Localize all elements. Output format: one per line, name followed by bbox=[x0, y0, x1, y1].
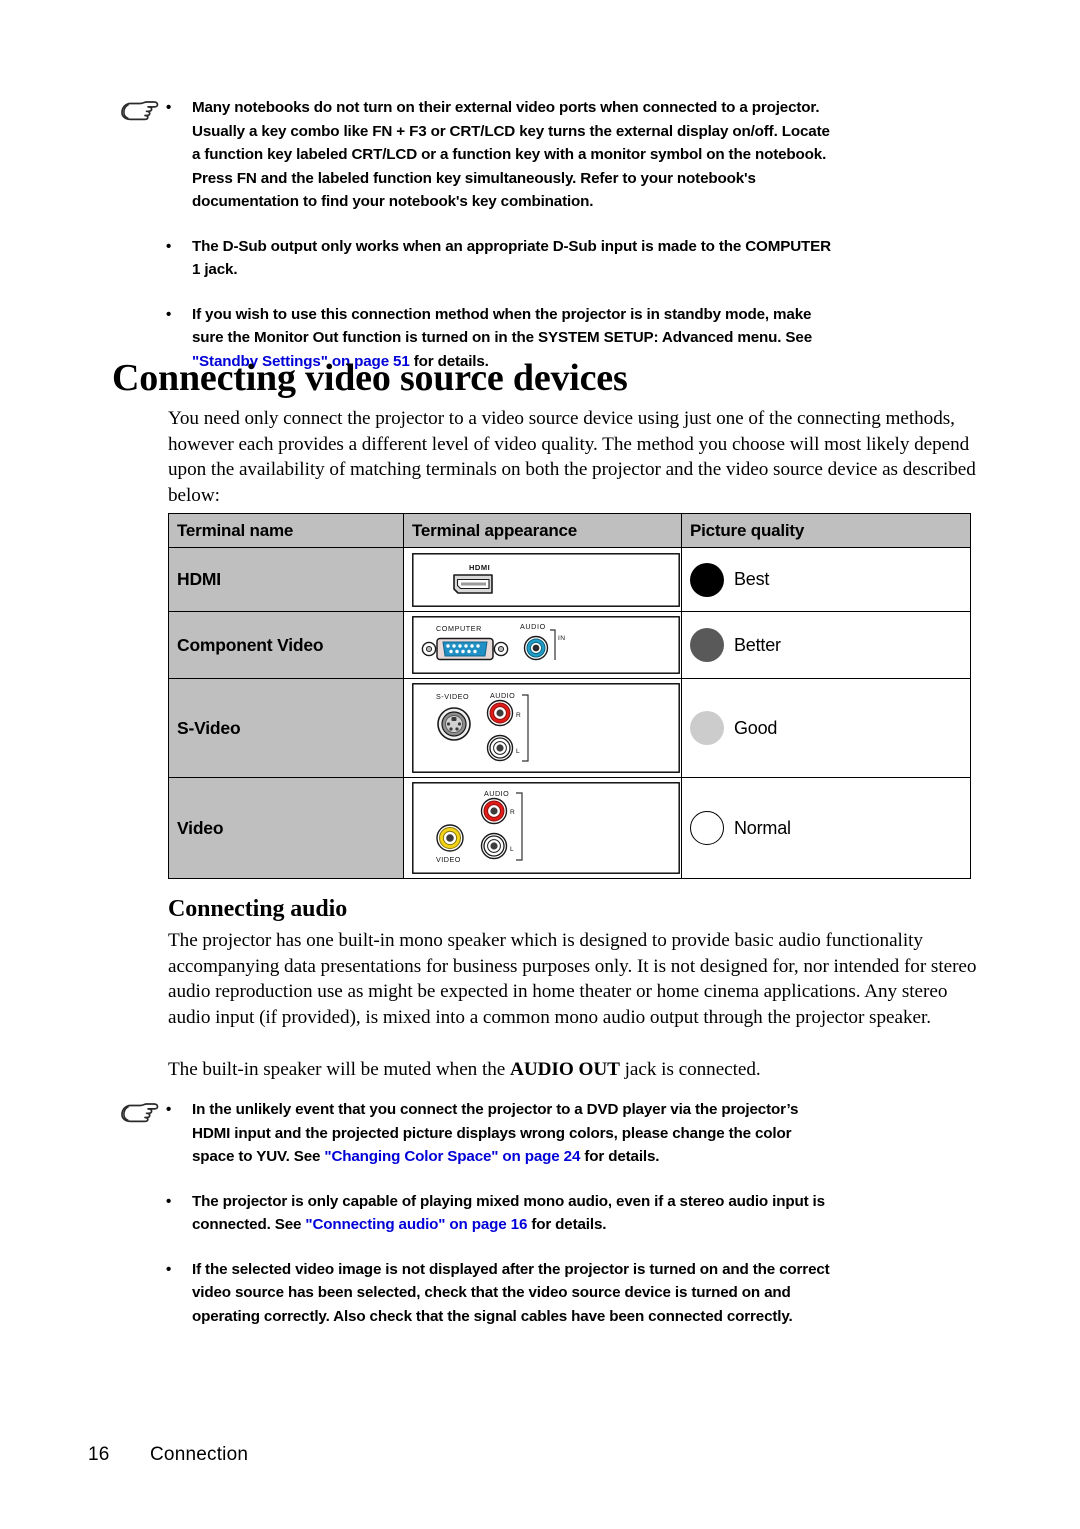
note-item: • Many notebooks do not turn on their ex… bbox=[118, 96, 998, 214]
picture-quality-cell: Normal bbox=[681, 777, 971, 879]
picture-quality-cell: Best bbox=[681, 547, 971, 612]
audio-paragraph: The projector has one built-in mono spea… bbox=[168, 930, 977, 1028]
footer-section-name: Connection bbox=[150, 1444, 249, 1465]
note-text-tail: for details. bbox=[527, 1216, 607, 1233]
svg-text:IN: IN bbox=[558, 635, 565, 642]
document-page: • Many notebooks do not turn on their ex… bbox=[0, 0, 1080, 1529]
bullet-marker: • bbox=[166, 1260, 172, 1278]
bullet-marker: • bbox=[166, 1192, 172, 1210]
table-header-row: Terminal name Terminal appearance Pictur… bbox=[168, 513, 971, 548]
terminal-appearance-cell: COMPUTER AUDIO IN bbox=[403, 611, 682, 679]
svg-text:L: L bbox=[516, 748, 520, 755]
terminal-appearance-cell: S-VIDEO AUDIO R L bbox=[403, 678, 682, 778]
table-row: S-Video S-VIDEO AUDIO R L Good bbox=[168, 678, 971, 778]
svg-text:R: R bbox=[516, 712, 521, 719]
intro-paragraph: You need only connect the projector to a… bbox=[168, 408, 976, 506]
quality-label: Normal bbox=[734, 817, 791, 838]
audio-out-term: AUDIO OUT bbox=[510, 1059, 620, 1080]
note-item: • If the selected video image is not dis… bbox=[118, 1258, 998, 1329]
note-text: The projector is only capable of playing… bbox=[192, 1192, 825, 1234]
svg-text:R: R bbox=[510, 809, 515, 816]
svg-text:S-VIDEO: S-VIDEO bbox=[436, 692, 469, 701]
terminal-name-cell: HDMI bbox=[168, 547, 404, 612]
bullet-marker: • bbox=[166, 1101, 172, 1118]
note-text: If the selected video image is not displ… bbox=[192, 1260, 830, 1325]
table-row: Component Video COMPUTER AUDIO IN Better bbox=[168, 611, 971, 679]
terminal-appearance-cell: AUDIO R L VIDEO bbox=[403, 777, 682, 879]
note-text: Many notebooks do not turn on their exte… bbox=[192, 99, 830, 210]
quality-indicator-dot bbox=[690, 811, 724, 845]
terminal-name-cell: Video bbox=[168, 777, 404, 879]
audio-note-paragraph: The built-in speaker will be muted when … bbox=[168, 1057, 978, 1083]
audio-note-before: The built-in speaker will be muted when … bbox=[168, 1059, 511, 1080]
hand-spacer bbox=[118, 1190, 166, 1192]
audio-note-after: jack is connected. bbox=[619, 1059, 761, 1080]
note-text-lead: connected. See bbox=[192, 1216, 306, 1233]
column-header-terminal-appearance: Terminal appearance bbox=[403, 513, 682, 548]
pointing-hand-icon bbox=[118, 1098, 166, 1135]
hand-spacer bbox=[118, 1258, 166, 1260]
hand-spacer bbox=[118, 235, 166, 237]
bullet-marker: • bbox=[166, 237, 172, 255]
svg-text:COMPUTER: COMPUTER bbox=[436, 624, 482, 633]
quality-indicator-dot bbox=[690, 562, 724, 597]
terminal-appearance-cell: HDMI bbox=[403, 547, 682, 612]
page-title: Connecting video source devices bbox=[112, 357, 628, 399]
footer-page-number: 16 bbox=[88, 1444, 110, 1465]
terminal-name-cell: Component Video bbox=[168, 611, 404, 679]
quality-indicator-dot bbox=[690, 628, 724, 662]
note-block-top: • Many notebooks do not turn on their ex… bbox=[118, 96, 998, 373]
terminal-name-cell: S-Video bbox=[168, 678, 404, 778]
quality-indicator-dot bbox=[690, 711, 724, 745]
note-item: • The D-Sub output only works when an ap… bbox=[118, 235, 998, 282]
computer-dsub-and-audio-in-illustration: COMPUTER AUDIO IN bbox=[412, 616, 680, 674]
svg-text:AUDIO: AUDIO bbox=[484, 789, 509, 798]
svg-text:L: L bbox=[510, 846, 514, 853]
table-row: HDMI HDMI Best bbox=[168, 547, 971, 612]
quality-label: Better bbox=[734, 634, 781, 655]
picture-quality-cell: Good bbox=[681, 678, 971, 778]
note-text-tail: for details. bbox=[580, 1148, 660, 1165]
svg-text:AUDIO: AUDIO bbox=[490, 691, 515, 700]
note-text-lead: space to YUV. See bbox=[192, 1148, 325, 1165]
column-header-terminal-name: Terminal name bbox=[168, 513, 404, 548]
section-heading-connecting-audio: Connecting audio bbox=[168, 896, 348, 922]
picture-quality-cell: Better bbox=[681, 611, 971, 679]
bullet-marker: • bbox=[166, 305, 172, 323]
quality-label: Good bbox=[734, 717, 778, 738]
note-item: • In the unlikely event that you connect… bbox=[118, 1098, 998, 1169]
pointing-hand-icon bbox=[118, 96, 166, 133]
table-row: Video AUDIO R L VIDEO Normal bbox=[168, 777, 971, 879]
note-block-bottom: • In the unlikely event that you connect… bbox=[118, 1098, 998, 1328]
page-footer: 16 Connection bbox=[88, 1444, 248, 1466]
terminal-comparison-table: Terminal name Terminal appearance Pictur… bbox=[168, 513, 971, 879]
quality-label: Best bbox=[734, 569, 770, 589]
s-video-and-audio-rl-illustration: S-VIDEO AUDIO R L bbox=[412, 683, 680, 773]
cross-reference-link-changing-color-space[interactable]: "Changing Color Space" on page 24 bbox=[324, 1148, 580, 1165]
note-item: • The projector is only capable of playi… bbox=[118, 1190, 998, 1237]
cross-reference-link-connecting-audio[interactable]: "Connecting audio" on page 16 bbox=[305, 1216, 527, 1233]
note-text: The D-Sub output only works when an appr… bbox=[192, 237, 831, 279]
hdmi-port-illustration: HDMI bbox=[412, 552, 680, 607]
note-text: In the unlikely event that you connect t… bbox=[192, 1101, 799, 1165]
composite-video-and-audio-rl-illustration: AUDIO R L VIDEO bbox=[412, 782, 680, 874]
svg-text:VIDEO: VIDEO bbox=[436, 855, 461, 864]
svg-text:HDMI: HDMI bbox=[469, 563, 490, 572]
svg-text:AUDIO: AUDIO bbox=[520, 622, 546, 631]
column-header-picture-quality: Picture quality bbox=[681, 513, 971, 548]
hand-spacer bbox=[118, 303, 166, 305]
bullet-marker: • bbox=[166, 99, 172, 116]
